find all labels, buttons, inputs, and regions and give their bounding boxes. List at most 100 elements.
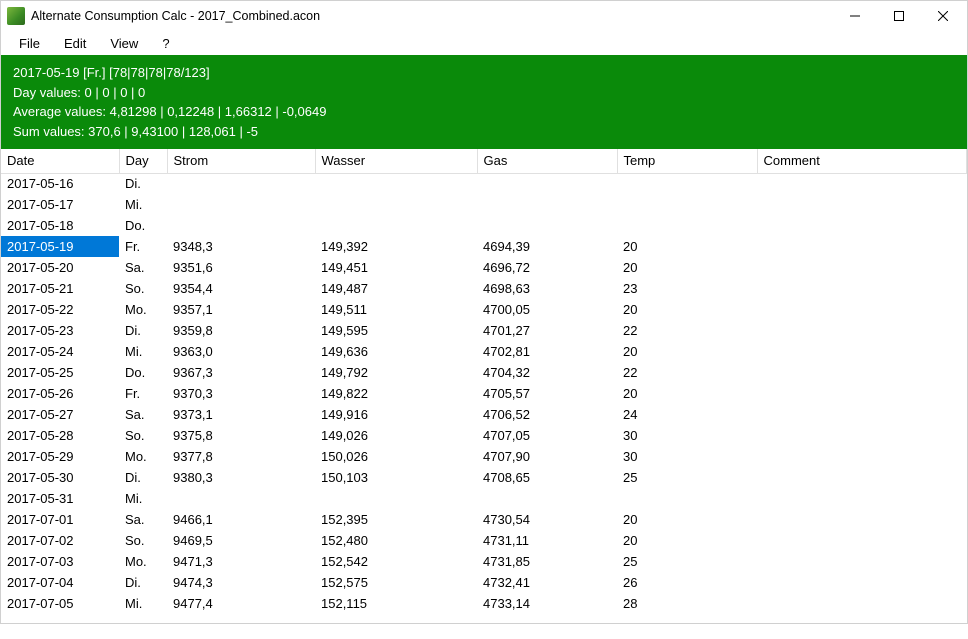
cell-wasser[interactable]: 150,103 [315, 467, 477, 488]
menu-help[interactable]: ? [150, 33, 181, 54]
cell-day[interactable]: Do. [119, 215, 167, 236]
cell-strom[interactable]: 9477,4 [167, 593, 315, 614]
cell-gas[interactable]: 4700,05 [477, 299, 617, 320]
maximize-button[interactable] [877, 1, 921, 31]
col-header-comment[interactable]: Comment [757, 149, 967, 173]
cell-gas[interactable]: 4707,05 [477, 425, 617, 446]
cell-strom[interactable]: 9357,1 [167, 299, 315, 320]
col-header-strom[interactable]: Strom [167, 149, 315, 173]
cell-day[interactable]: Do. [119, 362, 167, 383]
cell-comment[interactable] [757, 215, 967, 236]
cell-day[interactable]: Mi. [119, 488, 167, 509]
cell-temp[interactable] [617, 173, 757, 194]
cell-gas[interactable] [477, 194, 617, 215]
cell-date[interactable]: 2017-05-26 [1, 383, 119, 404]
table-row[interactable]: 2017-07-02So.9469,5152,4804731,1120 [1, 530, 967, 551]
table-row[interactable]: 2017-05-31Mi. [1, 488, 967, 509]
cell-wasser[interactable]: 149,451 [315, 257, 477, 278]
cell-strom[interactable]: 9375,8 [167, 425, 315, 446]
cell-strom[interactable]: 9348,3 [167, 236, 315, 257]
cell-gas[interactable]: 4708,65 [477, 467, 617, 488]
col-header-temp[interactable]: Temp [617, 149, 757, 173]
cell-day[interactable]: Di. [119, 572, 167, 593]
cell-gas[interactable]: 4701,27 [477, 320, 617, 341]
cell-wasser[interactable]: 152,480 [315, 530, 477, 551]
cell-comment[interactable] [757, 299, 967, 320]
cell-wasser[interactable]: 149,916 [315, 404, 477, 425]
cell-strom[interactable]: 9469,5 [167, 530, 315, 551]
cell-gas[interactable]: 4731,11 [477, 530, 617, 551]
cell-gas[interactable]: 4696,72 [477, 257, 617, 278]
table-row[interactable]: 2017-05-16Di. [1, 173, 967, 194]
cell-comment[interactable] [757, 509, 967, 530]
cell-gas[interactable]: 4702,81 [477, 341, 617, 362]
cell-temp[interactable] [617, 194, 757, 215]
cell-temp[interactable]: 20 [617, 341, 757, 362]
cell-temp[interactable]: 20 [617, 509, 757, 530]
cell-strom[interactable]: 9363,0 [167, 341, 315, 362]
cell-temp[interactable]: 30 [617, 446, 757, 467]
cell-date[interactable]: 2017-05-25 [1, 362, 119, 383]
cell-comment[interactable] [757, 593, 967, 614]
cell-comment[interactable] [757, 278, 967, 299]
cell-gas[interactable]: 4694,39 [477, 236, 617, 257]
cell-wasser[interactable]: 149,636 [315, 341, 477, 362]
cell-comment[interactable] [757, 194, 967, 215]
table-row[interactable]: 2017-05-25Do.9367,3149,7924704,3222 [1, 362, 967, 383]
cell-temp[interactable]: 20 [617, 257, 757, 278]
cell-comment[interactable] [757, 320, 967, 341]
cell-date[interactable]: 2017-05-30 [1, 467, 119, 488]
col-header-wasser[interactable]: Wasser [315, 149, 477, 173]
cell-strom[interactable]: 9370,3 [167, 383, 315, 404]
col-header-day[interactable]: Day [119, 149, 167, 173]
cell-gas[interactable]: 4698,63 [477, 278, 617, 299]
cell-comment[interactable] [757, 551, 967, 572]
table-row[interactable]: 2017-05-30Di.9380,3150,1034708,6525 [1, 467, 967, 488]
cell-date[interactable]: 2017-07-02 [1, 530, 119, 551]
cell-day[interactable]: Fr. [119, 236, 167, 257]
cell-temp[interactable]: 24 [617, 404, 757, 425]
cell-day[interactable]: Mi. [119, 593, 167, 614]
cell-wasser[interactable]: 149,487 [315, 278, 477, 299]
table-row[interactable]: 2017-05-24Mi.9363,0149,6364702,8120 [1, 341, 967, 362]
cell-date[interactable]: 2017-05-18 [1, 215, 119, 236]
cell-temp[interactable]: 26 [617, 572, 757, 593]
menu-file[interactable]: File [7, 33, 52, 54]
cell-day[interactable]: Sa. [119, 404, 167, 425]
cell-date[interactable]: 2017-05-28 [1, 425, 119, 446]
cell-temp[interactable]: 25 [617, 467, 757, 488]
cell-temp[interactable]: 20 [617, 299, 757, 320]
cell-wasser[interactable]: 149,026 [315, 425, 477, 446]
cell-date[interactable]: 2017-05-24 [1, 341, 119, 362]
cell-gas[interactable]: 4731,85 [477, 551, 617, 572]
cell-wasser[interactable]: 149,822 [315, 383, 477, 404]
table-row[interactable]: 2017-05-19Fr.9348,3149,3924694,3920 [1, 236, 967, 257]
cell-gas[interactable]: 4706,52 [477, 404, 617, 425]
cell-comment[interactable] [757, 530, 967, 551]
cell-comment[interactable] [757, 404, 967, 425]
cell-temp[interactable] [617, 488, 757, 509]
cell-date[interactable]: 2017-05-29 [1, 446, 119, 467]
cell-temp[interactable]: 22 [617, 362, 757, 383]
table-row[interactable]: 2017-05-18Do. [1, 215, 967, 236]
cell-comment[interactable] [757, 467, 967, 488]
cell-comment[interactable] [757, 257, 967, 278]
cell-strom[interactable] [167, 488, 315, 509]
close-button[interactable] [921, 1, 965, 31]
cell-wasser[interactable]: 149,511 [315, 299, 477, 320]
table-row[interactable]: 2017-05-21So.9354,4149,4874698,6323 [1, 278, 967, 299]
cell-comment[interactable] [757, 425, 967, 446]
cell-date[interactable]: 2017-05-16 [1, 173, 119, 194]
cell-strom[interactable]: 9471,3 [167, 551, 315, 572]
table-row[interactable]: 2017-05-23Di.9359,8149,5954701,2722 [1, 320, 967, 341]
cell-wasser[interactable]: 152,542 [315, 551, 477, 572]
cell-wasser[interactable]: 152,115 [315, 593, 477, 614]
table-row[interactable]: 2017-05-27Sa.9373,1149,9164706,5224 [1, 404, 967, 425]
cell-strom[interactable]: 9354,4 [167, 278, 315, 299]
cell-temp[interactable]: 30 [617, 425, 757, 446]
minimize-button[interactable] [833, 1, 877, 31]
cell-wasser[interactable] [315, 488, 477, 509]
cell-wasser[interactable]: 150,026 [315, 446, 477, 467]
cell-strom[interactable]: 9474,3 [167, 572, 315, 593]
cell-strom[interactable]: 9367,3 [167, 362, 315, 383]
